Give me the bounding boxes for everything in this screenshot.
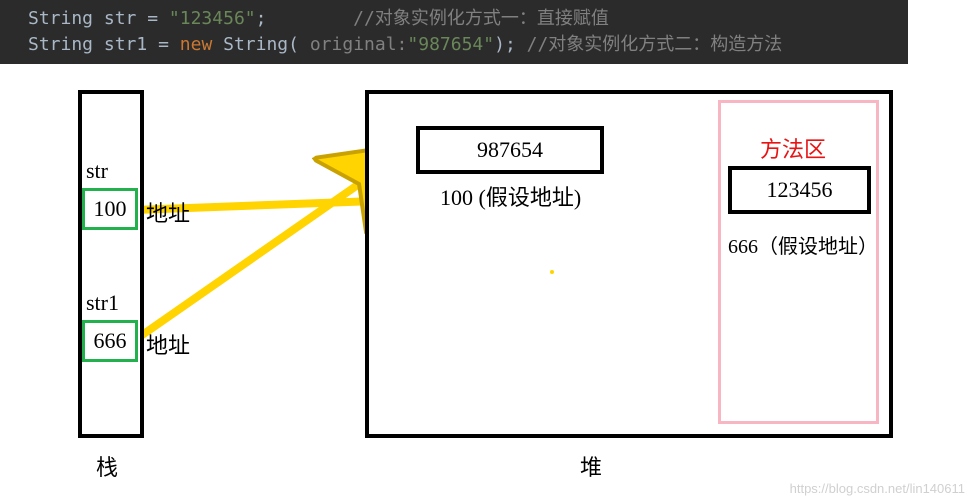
code-lit-2: "987654" [407, 34, 494, 55]
code-type-2: String [28, 34, 93, 55]
stack-var2-value: 666 [94, 328, 127, 353]
stack-var2-label: str1 [86, 290, 119, 316]
stray-dot-icon [550, 270, 554, 274]
pool-entry-value: 123456 [767, 177, 833, 202]
code-cls-2: String [223, 34, 288, 55]
heap-title: 堆 [580, 450, 602, 482]
stack-var2-cell: 666 [82, 320, 138, 362]
code-open-2: ( [288, 34, 299, 55]
code-hint-2: original: [310, 34, 408, 55]
stack-var2-anno: 地址 [146, 328, 190, 360]
code-block: String str = "123456"; //对象实例化方式一：直接赋值 S… [0, 0, 908, 64]
stack-region [78, 90, 144, 438]
method-area-title: 方法区 [760, 132, 826, 164]
code-comment-2: //对象实例化方式二：构造方法 [527, 34, 783, 55]
code-op-2: = [158, 34, 169, 55]
memory-diagram: str 100 地址 str1 666 地址 栈 方法区 987654 100 … [0, 80, 973, 500]
code-var-2: str1 [104, 34, 147, 55]
code-type-1: String [28, 8, 93, 29]
heap-object-box: 987654 [416, 126, 604, 174]
pool-entry-addr: 666（假设地址） [728, 230, 878, 259]
code-comment-1: //对象实例化方式一：直接赋值 [353, 8, 609, 29]
stack-title: 栈 [96, 450, 118, 482]
code-var-1: str [104, 8, 137, 29]
code-semi-1: ; [256, 8, 267, 29]
stack-var1-cell: 100 [82, 188, 138, 230]
heap-object-value: 987654 [477, 137, 543, 162]
stack-var1-value: 100 [94, 196, 127, 221]
code-lit-1: "123456" [169, 8, 256, 29]
watermark-text: https://blog.csdn.net/lin140611 [790, 481, 965, 496]
stack-var1-label: str [86, 158, 108, 184]
code-close-2: ) [494, 34, 505, 55]
code-semi-2: ; [505, 34, 516, 55]
pool-entry-box: 123456 [728, 166, 871, 214]
code-op-1: = [147, 8, 158, 29]
heap-object-addr: 100 (假设地址) [440, 180, 581, 212]
code-kw-new: new [180, 34, 213, 55]
stack-var1-anno: 地址 [146, 196, 190, 228]
